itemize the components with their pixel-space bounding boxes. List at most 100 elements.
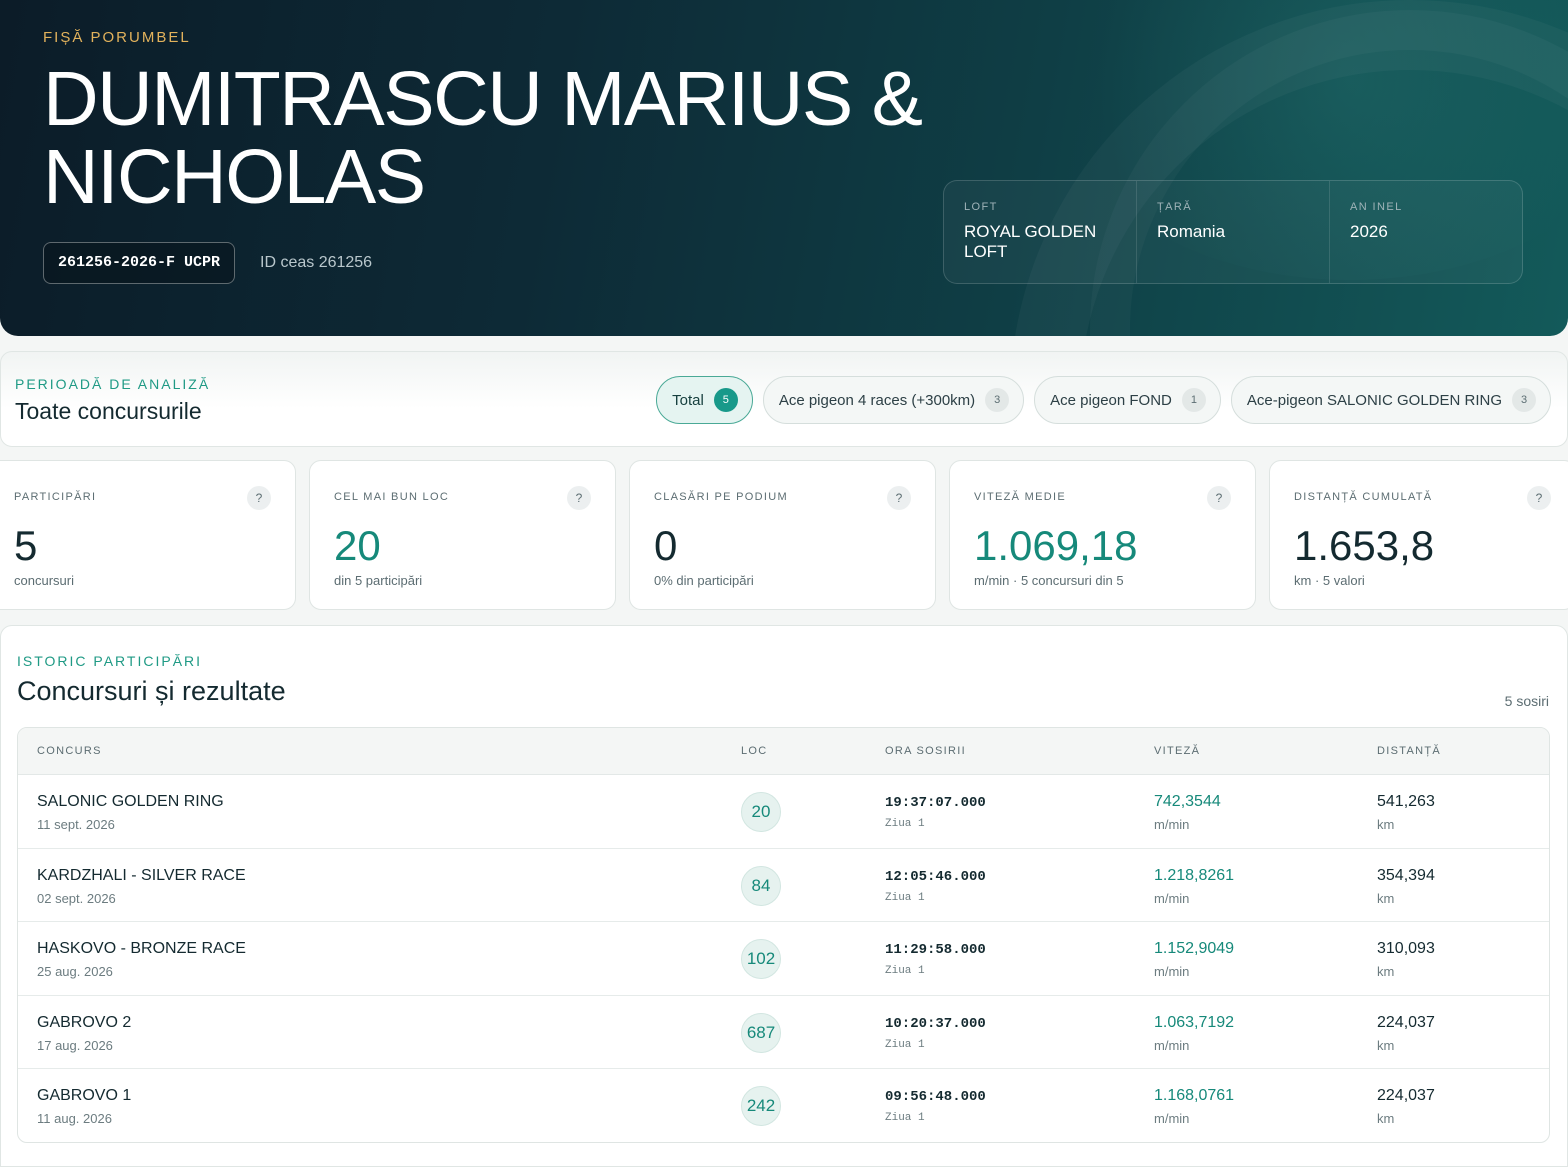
pigeon-info-box: LOFT ROYAL GOLDEN LOFT ȚARĂ Romania AN I… [943,180,1523,284]
stat-subtext: concursuri [14,573,74,588]
filter-chip-label: Ace pigeon 4 races (+300km) [778,391,976,409]
distance-unit: km [1377,964,1395,979]
speed-unit: m/min [1154,890,1190,906]
stat-subtext: 0% din participări [654,573,754,588]
stat-subtext: km · 5 valori [1294,573,1365,588]
table-row[interactable]: SALONIC GOLDEN RING 11 sept. 2026 20 19:… [18,775,1549,849]
speed-value: 1.168,0761 [1154,1087,1235,1104]
speed-unit: m/min [1154,1037,1190,1053]
distance-unit: km [1377,1111,1395,1126]
help-icon[interactable]: ? [887,486,911,510]
help-icon[interactable]: ? [1207,486,1231,510]
place-badge: 20 [741,792,781,832]
info-country: ȚARĂ Romania [1137,181,1330,283]
race-date: 25 aug. 2026 [37,964,113,979]
stat-value: 5 [14,522,38,569]
table-row[interactable]: GABROVO 1 11 aug. 2026 242 09:56:48.000 … [18,1069,1549,1142]
filter-chip-ace-salonic[interactable]: Ace-pigeon SALONIC GOLDEN RING 3 [1230,376,1551,424]
column-header-race[interactable]: CONCURS [37,745,102,757]
period-eyebrow: PERIOADĂ DE ANALIZĂ [15,376,211,392]
table-row[interactable]: HASKOVO - BRONZE RACE 25 aug. 2026 102 1… [18,922,1549,996]
filter-chip-label: Ace pigeon FOND [1050,391,1172,409]
race-date: 02 sept. 2026 [37,890,116,906]
arrival-time: 11:29:58.000 [885,942,986,958]
help-icon[interactable]: ? [1527,486,1551,510]
race-name: HASKOVO - BRONZE RACE [37,940,246,957]
info-country-value: Romania [1157,222,1226,241]
info-ring-year-value: 2026 [1350,222,1388,241]
pigeon-hero: FIȘĂ PORUMBEL DUMITRASCU MARIUS & NICHOL… [0,0,1568,336]
stat-label: CEL MAI BUN LOC [334,491,450,503]
distance-value: 224,037 [1377,1087,1435,1104]
stat-card-podium: CLASĂRI PE PODIUM ? 0 0% din participări [629,460,936,610]
arrival-time: 12:05:46.000 [885,868,986,885]
help-icon[interactable]: ? [247,486,271,510]
table-header: CONCURS LOC ORA SOSIRII VITEZĂ DISTANȚĂ [18,728,1549,775]
period-filter-chips: Total 5 Ace pigeon 4 races (+300km) 3 Ac… [656,376,1551,424]
column-header-place[interactable]: LOC [741,745,768,757]
arrival-time: 19:37:07.000 [885,795,986,811]
arrival-day: Ziua 1 [885,965,925,977]
race-date: 11 sept. 2026 [37,817,115,832]
race-name: GABROVO 1 [37,1087,132,1104]
table-row[interactable]: KARDZHALI - SILVER RACE 02 sept. 2026 84… [18,849,1549,922]
participation-history: ISTORIC PARTICIPĂRI Concursuri și rezult… [0,625,1568,1167]
filter-chip-count: 3 [985,388,1010,412]
stat-card-best-place: CEL MAI BUN LOC ? 20 din 5 participări [309,460,616,610]
arrival-day: Ziua 1 [885,1112,925,1124]
place-badge: 84 [741,865,781,906]
results-table: CONCURS LOC ORA SOSIRII VITEZĂ DISTANȚĂ … [17,727,1550,1143]
stat-card-participations: PARTICIPĂRI ? 5 concursuri [0,460,296,610]
stat-value: 1.653,8 [1294,522,1435,569]
stat-value: 1.069,18 [974,522,1138,569]
arrival-time: 09:56:48.000 [885,1089,986,1105]
clock-id: ID ceas 261256 [260,254,373,271]
table-row[interactable]: GABROVO 2 17 aug. 2026 687 10:20:37.000 … [18,996,1549,1069]
filter-chip-ace-4-races[interactable]: Ace pigeon 4 races (+300km) 3 [762,376,1025,424]
distance-value: 354,394 [1377,866,1435,884]
filter-chip-total[interactable]: Total 5 [656,376,753,424]
race-date: 11 aug. 2026 [37,1111,112,1126]
period-title: Toate concursurile [15,398,202,424]
info-loft-label: LOFT [964,201,998,213]
arrival-day: Ziua 1 [885,818,925,830]
distance-value: 310,093 [1377,940,1435,957]
stat-value: 20 [334,522,381,569]
info-country-label: ȚARĂ [1157,201,1192,213]
arrivals-count: 5 sosiri [1504,693,1549,709]
stat-subtext: m/min · 5 concursuri din 5 [974,573,1124,588]
stat-card-average-speed: VITEZĂ MEDIE ? 1.069,18 m/min · 5 concur… [949,460,1256,610]
distance-value: 224,037 [1377,1013,1435,1031]
filter-chip-count: 3 [1512,388,1536,412]
column-header-distance[interactable]: DISTANȚĂ [1377,745,1441,757]
race-name: SALONIC GOLDEN RING [37,793,224,810]
ring-number-badge[interactable]: 261256-2026-F UCPR [43,242,236,284]
place-badge: 102 [741,939,781,979]
speed-unit: m/min [1154,817,1190,832]
distance-value: 541,263 [1377,793,1435,810]
place-badge: 687 [741,1012,781,1053]
distance-unit: km [1377,890,1395,906]
speed-value: 742,3544 [1154,793,1221,810]
help-icon[interactable]: ? [567,486,591,510]
analysis-period-bar: PERIOADĂ DE ANALIZĂ Toate concursurile T… [0,351,1568,447]
arrival-time: 10:20:37.000 [885,1015,986,1032]
filter-chip-ace-fond[interactable]: Ace pigeon FOND 1 [1034,376,1221,424]
distance-unit: km [1377,1037,1395,1053]
stat-label: VITEZĂ MEDIE [974,491,1066,503]
stat-subtext: din 5 participări [334,573,423,588]
place-badge: 242 [741,1086,781,1126]
arrival-day: Ziua 1 [885,1038,925,1051]
column-header-speed[interactable]: VITEZĂ [1154,745,1200,757]
stat-label: CLASĂRI PE PODIUM [654,491,788,503]
filter-chip-label: Ace-pigeon SALONIC GOLDEN RING [1246,391,1502,409]
info-loft: LOFT ROYAL GOLDEN LOFT [944,181,1137,283]
race-name: KARDZHALI - SILVER RACE [37,866,246,884]
stat-label: PARTICIPĂRI [14,491,97,503]
race-date: 17 aug. 2026 [37,1037,113,1053]
history-eyebrow: ISTORIC PARTICIPĂRI [17,653,203,669]
filter-chip-label: Total [672,391,704,409]
hero-eyebrow: FIȘĂ PORUMBEL [43,29,191,46]
info-loft-value: ROYAL GOLDEN LOFT [964,222,1097,261]
column-header-arrival[interactable]: ORA SOSIRII [885,745,966,757]
